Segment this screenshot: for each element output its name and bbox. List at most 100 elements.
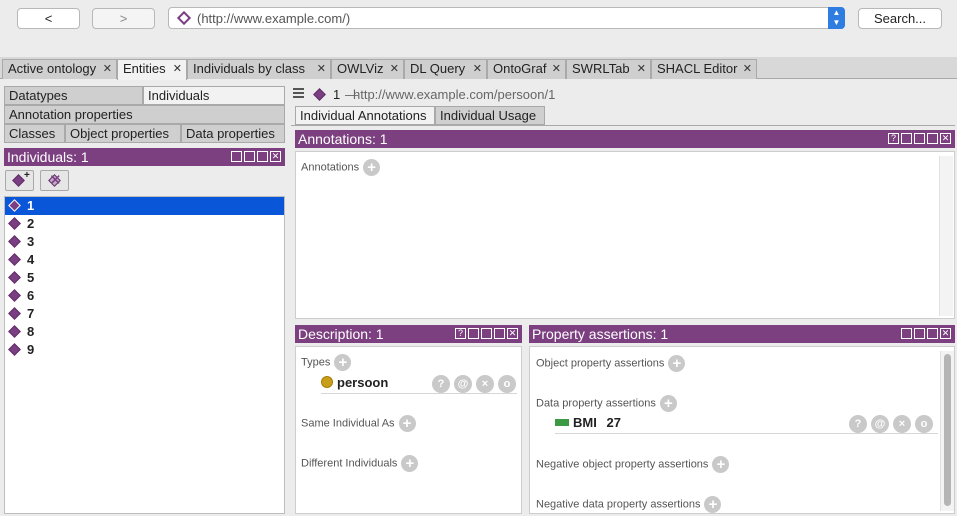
address-dropdown-icon[interactable]: ▲ ▼ bbox=[828, 7, 845, 29]
tab-divider bbox=[291, 125, 955, 126]
close-icon[interactable]: ✕ bbox=[390, 60, 399, 78]
split-vertical-icon[interactable] bbox=[468, 328, 479, 339]
delete-icon[interactable]: × bbox=[893, 415, 911, 433]
individual-label: 4 bbox=[27, 252, 35, 267]
same-individual-label: Same Individual As bbox=[301, 417, 395, 430]
tab-ontograf[interactable]: OntoGraf ✕ bbox=[487, 59, 566, 79]
back-button[interactable]: < bbox=[17, 8, 80, 29]
split-horizontal-icon[interactable] bbox=[244, 151, 255, 162]
maximize-icon[interactable] bbox=[257, 151, 268, 162]
maximize-icon[interactable] bbox=[927, 133, 938, 144]
list-item[interactable]: 9 bbox=[5, 341, 284, 359]
list-item[interactable]: 2 bbox=[5, 215, 284, 233]
split-vertical-icon[interactable] bbox=[901, 328, 912, 339]
tab-swrltab[interactable]: SWRLTab ✕ bbox=[566, 59, 651, 79]
edit-icon[interactable]: o bbox=[498, 375, 516, 393]
tab-owlviz[interactable]: OWLViz ✕ bbox=[331, 59, 404, 79]
help-icon[interactable]: ? bbox=[849, 415, 867, 433]
list-item[interactable]: 7 bbox=[5, 305, 284, 323]
breadcrumb-name: 1 bbox=[333, 87, 341, 102]
tab-datatypes[interactable]: Datatypes bbox=[4, 86, 143, 105]
tab-label: DL Query bbox=[410, 61, 466, 76]
tab-entities[interactable]: Entities ✕ bbox=[117, 59, 187, 80]
maximize-icon[interactable] bbox=[494, 328, 505, 339]
individuals-list[interactable]: 1 2 3 4 5 6 7 8 9 bbox=[4, 196, 285, 514]
scrollbar-thumb[interactable] bbox=[944, 354, 951, 506]
split-vertical-icon[interactable] bbox=[901, 133, 912, 144]
close-icon[interactable]: ✕ bbox=[940, 133, 951, 144]
add-individual-icon bbox=[12, 174, 25, 187]
tab-annotation-properties[interactable]: Annotation properties bbox=[4, 105, 285, 124]
list-item[interactable]: 8 bbox=[5, 323, 284, 341]
list-item[interactable]: 3 bbox=[5, 233, 284, 251]
help-icon[interactable]: ? bbox=[888, 133, 899, 144]
annotate-icon[interactable]: @ bbox=[454, 375, 472, 393]
close-icon[interactable]: ✕ bbox=[940, 328, 951, 339]
list-item[interactable]: 6 bbox=[5, 287, 284, 305]
add-individual-button[interactable]: + bbox=[5, 170, 34, 191]
close-icon[interactable]: ✕ bbox=[507, 328, 518, 339]
negative-data-property-label: Negative data property assertions bbox=[536, 498, 701, 511]
delete-icon[interactable]: × bbox=[476, 375, 494, 393]
tab-individuals[interactable]: Individuals bbox=[143, 86, 285, 105]
tab-label: OWLViz bbox=[337, 61, 384, 76]
tab-object-properties[interactable]: Object properties bbox=[65, 124, 181, 143]
tab-individual-annotations[interactable]: Individual Annotations bbox=[295, 106, 435, 125]
type-value: persoon bbox=[337, 375, 389, 390]
tab-individual-usage[interactable]: Individual Usage bbox=[435, 106, 545, 125]
search-button[interactable]: Search... bbox=[858, 8, 942, 29]
annotate-icon[interactable]: @ bbox=[871, 415, 889, 433]
add-different-individual-button[interactable]: + bbox=[401, 455, 419, 472]
annotations-section: Annotations + bbox=[301, 159, 381, 176]
tab-active-ontology[interactable]: Active ontology ✕ bbox=[2, 59, 117, 79]
delete-individual-button[interactable]: ✕ bbox=[40, 170, 69, 191]
help-icon[interactable]: ? bbox=[432, 375, 450, 393]
menu-icon[interactable] bbox=[293, 88, 304, 100]
add-negative-data-property-button[interactable]: + bbox=[704, 496, 722, 513]
tab-dl-query[interactable]: DL Query ✕ bbox=[404, 59, 487, 79]
maximize-icon[interactable] bbox=[927, 328, 938, 339]
data-property-entry[interactable]: BMI 27 bbox=[555, 415, 621, 430]
close-icon[interactable]: ✕ bbox=[317, 60, 326, 78]
close-icon[interactable]: ✕ bbox=[637, 60, 646, 78]
close-icon[interactable]: ✕ bbox=[552, 60, 561, 78]
forward-button[interactable]: > bbox=[92, 8, 155, 29]
breadcrumb: 1 — http://www.example.com/persoon/1 bbox=[291, 85, 953, 105]
different-individuals-label: Different Individuals bbox=[301, 457, 398, 470]
negative-data-property-section: Negative data property assertions + bbox=[536, 496, 722, 513]
split-horizontal-icon[interactable] bbox=[914, 328, 925, 339]
split-horizontal-icon[interactable] bbox=[481, 328, 492, 339]
help-icon[interactable]: ? bbox=[455, 328, 466, 339]
annotations-scrollbar[interactable] bbox=[939, 156, 953, 316]
close-icon[interactable]: ✕ bbox=[473, 60, 482, 78]
add-type-button[interactable]: + bbox=[334, 354, 352, 371]
individual-icon bbox=[8, 271, 21, 284]
add-object-property-button[interactable]: + bbox=[668, 355, 686, 372]
tab-classes[interactable]: Classes bbox=[4, 124, 65, 143]
list-item[interactable]: 1 bbox=[5, 197, 284, 215]
close-icon[interactable]: ✕ bbox=[270, 151, 281, 162]
object-property-label: Object property assertions bbox=[536, 357, 665, 370]
split-horizontal-icon[interactable] bbox=[914, 133, 925, 144]
add-same-individual-button[interactable]: + bbox=[398, 415, 416, 432]
data-property-label: Data property assertions bbox=[536, 397, 656, 410]
add-negative-object-property-button[interactable]: + bbox=[712, 456, 730, 473]
list-item[interactable]: 5 bbox=[5, 269, 284, 287]
tab-individuals-by-class[interactable]: Individuals by class ✕ bbox=[187, 59, 331, 79]
edit-icon[interactable]: o bbox=[915, 415, 933, 433]
split-vertical-icon[interactable] bbox=[231, 151, 242, 162]
add-data-property-button[interactable]: + bbox=[659, 395, 677, 412]
tab-data-properties[interactable]: Data properties bbox=[181, 124, 285, 143]
address-field[interactable]: (http://www.example.com/) ▲ ▼ bbox=[168, 7, 845, 29]
close-icon[interactable]: ✕ bbox=[103, 60, 112, 78]
same-individual-section: Same Individual As + bbox=[301, 415, 416, 432]
type-entry[interactable]: persoon bbox=[321, 375, 388, 390]
list-item[interactable]: 4 bbox=[5, 251, 284, 269]
add-annotation-button[interactable]: + bbox=[363, 159, 381, 176]
tab-shacl-editor[interactable]: SHACL Editor ✕ bbox=[651, 59, 757, 79]
close-icon[interactable]: ✕ bbox=[743, 60, 752, 78]
property-scrollbar[interactable] bbox=[940, 351, 954, 511]
property-assertions-body: Object property assertions + Data propert… bbox=[529, 346, 955, 514]
close-icon[interactable]: ✕ bbox=[173, 60, 182, 78]
object-property-section: Object property assertions + bbox=[536, 355, 686, 372]
